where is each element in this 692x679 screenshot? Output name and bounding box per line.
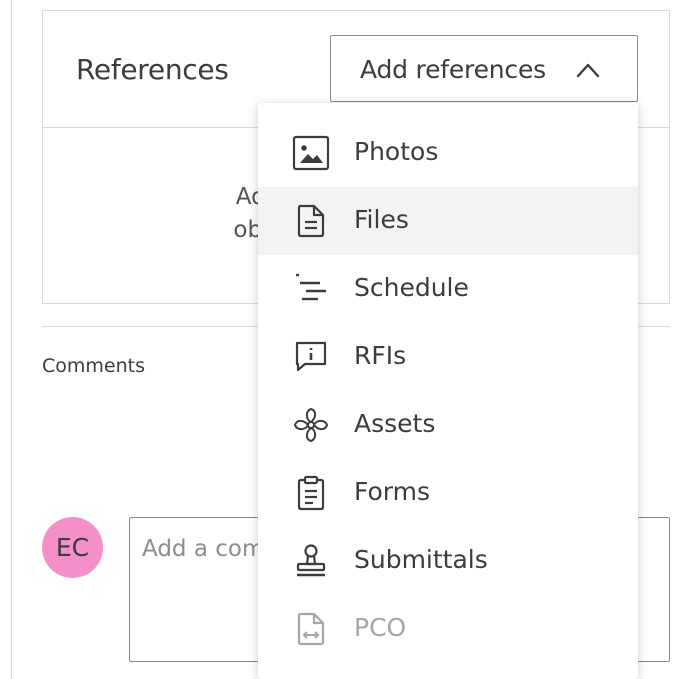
- schedule-icon: [296, 273, 326, 301]
- menu-item-files[interactable]: Files: [258, 187, 638, 255]
- add-references-button[interactable]: Add references: [330, 35, 638, 102]
- menu-item-label: RFIs: [354, 341, 407, 370]
- add-references-label: Add references: [360, 55, 546, 84]
- menu-item-forms[interactable]: Forms: [258, 459, 638, 527]
- chevron-up-icon: [576, 63, 600, 78]
- rfi-icon: [295, 341, 327, 372]
- pco-icon: [297, 612, 325, 646]
- avatar: EC: [42, 517, 103, 578]
- menu-item-label: Forms: [354, 477, 431, 506]
- menu-item-label: Schedule: [354, 273, 469, 302]
- left-divider: [11, 0, 12, 679]
- clipboard-icon: [297, 475, 325, 511]
- menu-item-label: Submittals: [354, 545, 488, 574]
- references-title: References: [76, 53, 229, 86]
- menu-item-pco: PCO: [258, 595, 638, 663]
- menu-item-submittals[interactable]: Submittals: [258, 527, 638, 595]
- menu-item-label: Assets: [354, 409, 436, 438]
- menu-item-schedule[interactable]: Schedule: [258, 255, 638, 323]
- menu-item-photos[interactable]: Photos: [258, 119, 638, 187]
- add-references-dropdown: Photos Files Schedule RFIs Assets Forms …: [258, 103, 638, 679]
- stamp-icon: [296, 544, 326, 577]
- menu-item-label: Photos: [354, 137, 439, 166]
- file-icon: [297, 204, 325, 238]
- assets-icon: [293, 407, 329, 443]
- menu-item-assets[interactable]: Assets: [258, 391, 638, 459]
- menu-item-label: Files: [354, 205, 409, 234]
- comments-label: Comments: [42, 355, 145, 377]
- menu-item-label: PCO: [354, 613, 407, 642]
- image-icon: [292, 135, 330, 171]
- menu-item-rfis[interactable]: RFIs: [258, 323, 638, 391]
